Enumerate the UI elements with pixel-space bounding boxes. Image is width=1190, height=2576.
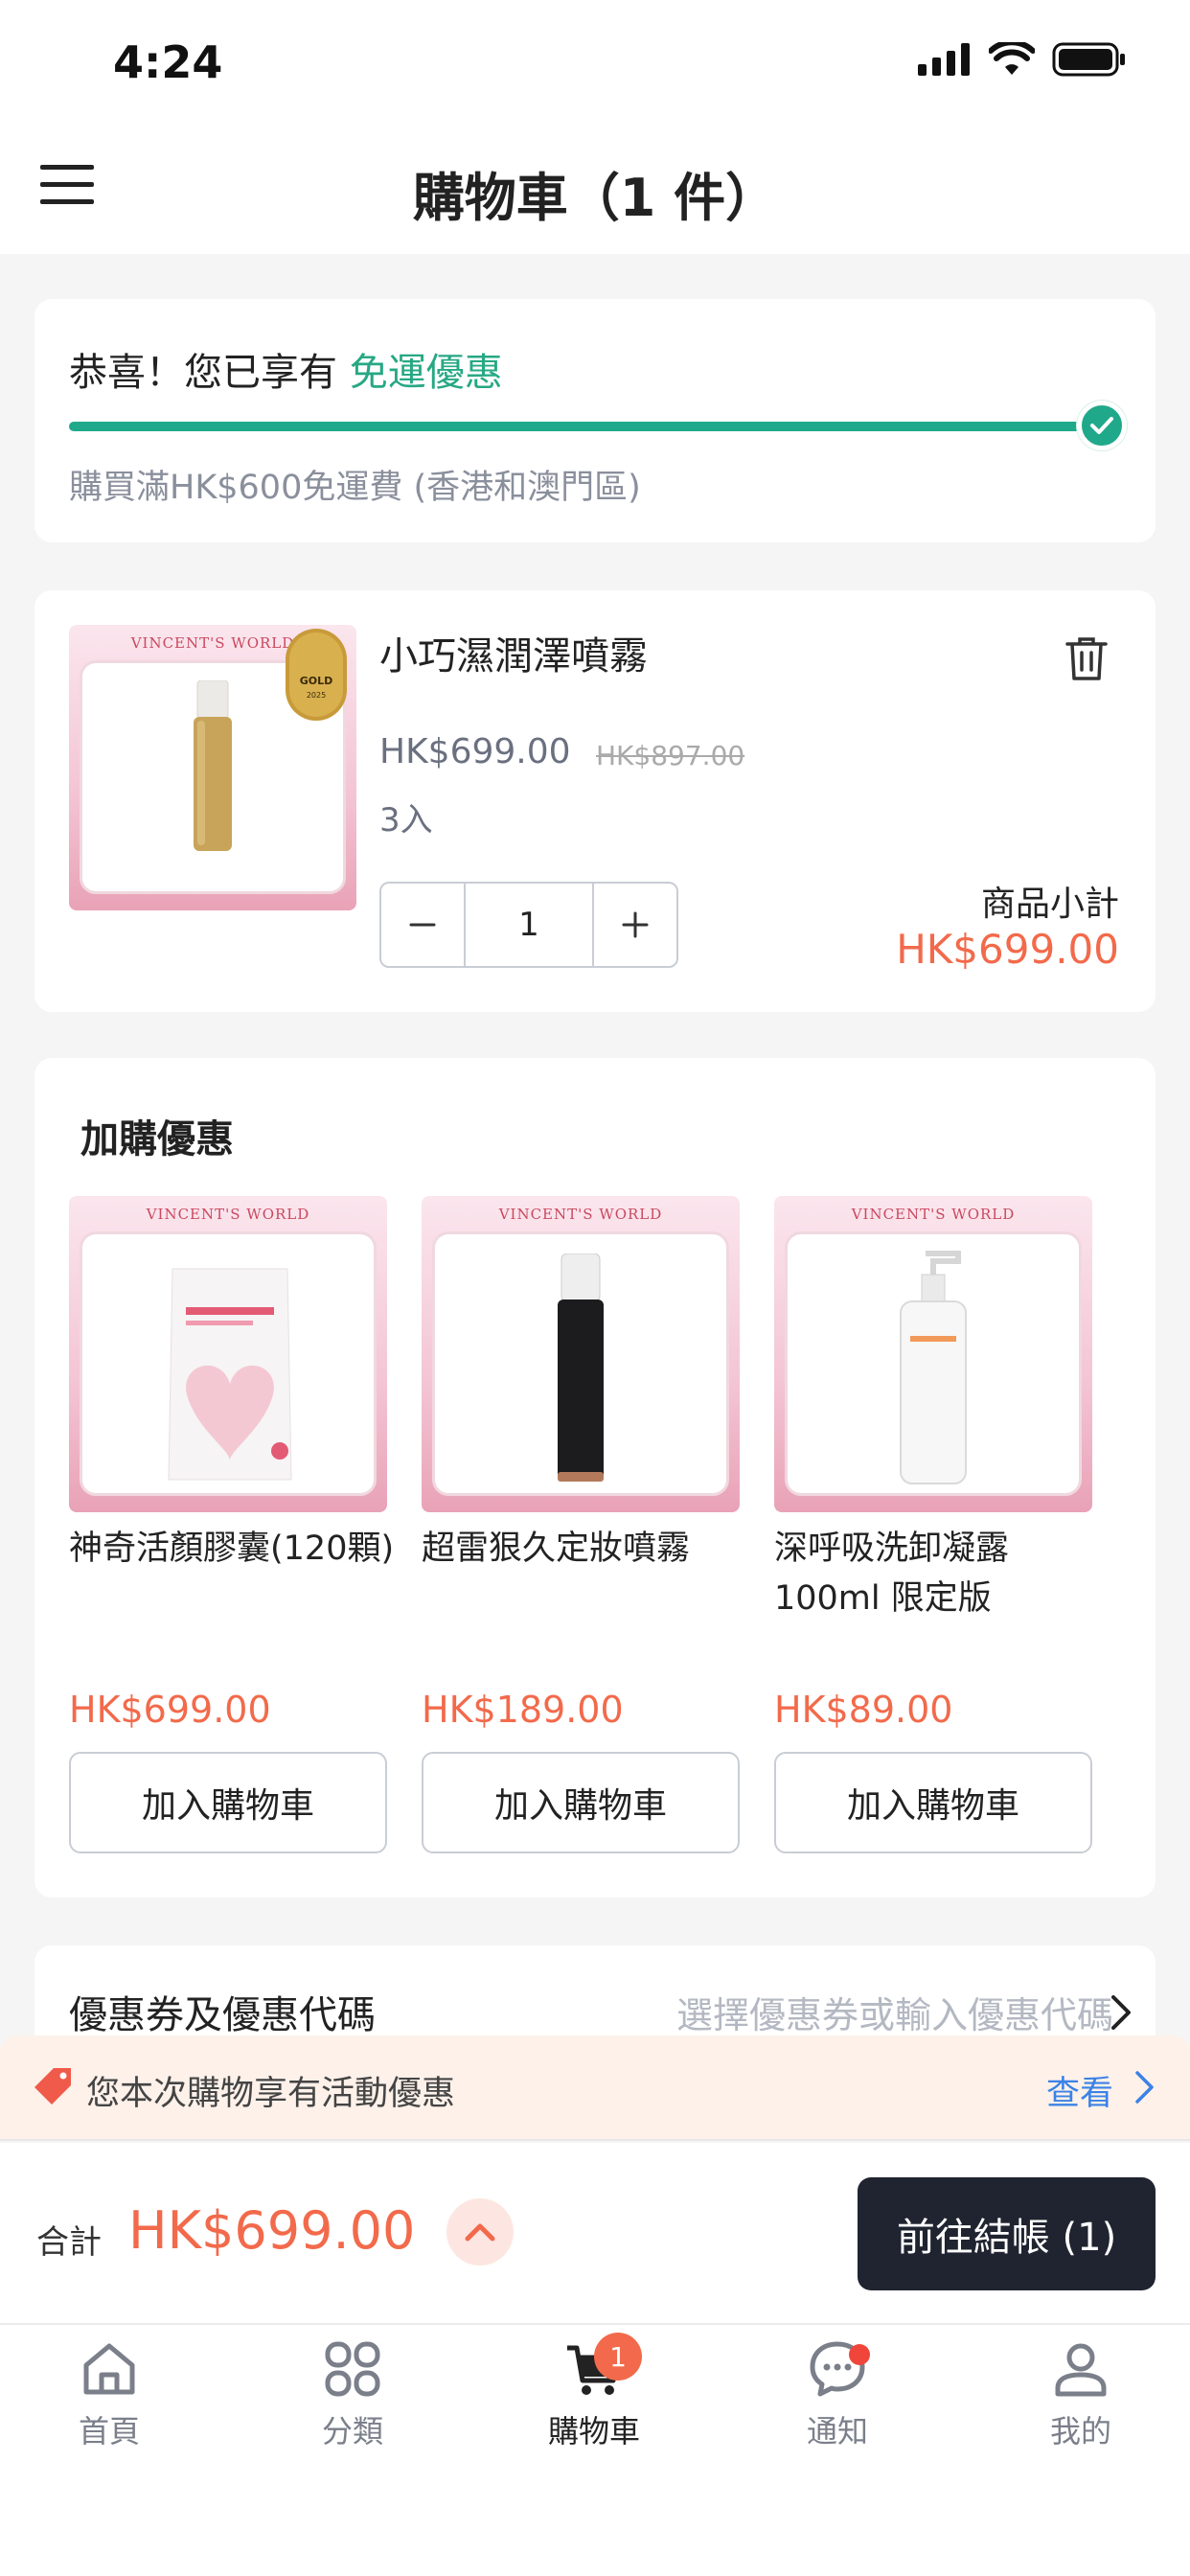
chevron-right-icon[interactable] <box>1134 2070 1156 2104</box>
notification-dot <box>849 2344 870 2365</box>
home-icon <box>83 2343 135 2395</box>
tab-label: 通知 <box>806 2413 868 2450</box>
tab-category[interactable]: 分類 <box>257 2338 448 2451</box>
cart-item-variant: 3入 <box>379 801 433 840</box>
upsell-title: 加購優惠 <box>80 1117 234 1162</box>
add-to-cart-button[interactable]: 加入購物車 <box>69 1752 387 1853</box>
tab-profile[interactable]: 我的 <box>985 2338 1177 2451</box>
upsell-item-price: HK$699.00 <box>69 1689 271 1731</box>
svg-text:GOLD: GOLD <box>300 675 333 687</box>
coupon-hint[interactable]: 選擇優惠券或輸入優惠代碼 <box>676 1986 1113 2038</box>
upsell-item-image[interactable]: VINCENT'S WORLD <box>69 1196 387 1512</box>
shipping-note: 購買滿HK$600免運費 (香港和澳門區) <box>69 469 641 507</box>
shipping-prefix: 恭喜！您已享有 <box>69 351 350 395</box>
status-icons <box>918 42 1127 77</box>
user-icon <box>1055 2343 1107 2397</box>
add-to-cart-button[interactable]: 加入購物車 <box>422 1752 740 1853</box>
shipping-progress-fill <box>69 422 1123 431</box>
increase-quantity-button[interactable] <box>594 884 676 966</box>
tab-home[interactable]: 首頁 <box>13 2338 205 2451</box>
promo-text: 您本次購物享有活動優惠 <box>86 2075 456 2113</box>
checkout-button[interactable]: 前往結帳 (1) <box>858 2177 1156 2290</box>
add-to-cart-button[interactable]: 加入購物車 <box>774 1752 1092 1853</box>
upsell-item-name[interactable]: 深呼吸洗卸凝露100ml 限定版 <box>774 1524 1100 1623</box>
status-time: 4:24 <box>113 36 223 88</box>
tab-label: 分類 <box>321 2413 383 2450</box>
upsell-item-image[interactable]: VINCENT'S WORLD <box>422 1196 740 1512</box>
expand-summary-button[interactable] <box>446 2198 514 2266</box>
brand-label: VINCENT'S WORLD <box>498 1206 663 1223</box>
chevron-right-icon[interactable] <box>1110 1993 1133 2032</box>
view-promo-label: 查看 <box>1045 2075 1113 2113</box>
cart-item-original-price: HK$897.00 <box>596 740 745 771</box>
tab-label: 我的 <box>1049 2413 1111 2450</box>
total-amount: HK$699.00 <box>128 2200 416 2261</box>
upsell-item-price: HK$189.00 <box>422 1689 624 1731</box>
total-label: 合計 <box>36 2223 102 2262</box>
signal-icon <box>918 43 970 76</box>
subtotal-label: 商品小計 <box>980 885 1119 924</box>
upsell-item-name[interactable]: 超雷狠久定妝噴霧 <box>422 1524 747 1574</box>
cart-item-name[interactable]: 小巧濕潤澤噴霧 <box>379 625 648 680</box>
tab-label: 購物車 <box>547 2413 640 2450</box>
battery-icon <box>1052 42 1125 77</box>
quantity-stepper: 1 <box>379 882 678 968</box>
upsell-item-price: HK$89.00 <box>774 1689 953 1731</box>
tag-icon <box>34 2068 71 2104</box>
page-title: 購物車（1 件） <box>412 168 778 228</box>
quantity-input[interactable]: 1 <box>464 884 594 966</box>
svg-text:2025: 2025 <box>307 691 326 700</box>
coupon-label: 優惠券及優惠代碼 <box>69 1993 376 2037</box>
black-spray-bottle-image <box>558 1254 604 1482</box>
check-icon <box>1077 401 1127 450</box>
subtotal-amount: HK$699.00 <box>896 926 1119 973</box>
gold-award-badge: GOLD 2025 <box>286 629 347 721</box>
shipping-message: 恭喜！您已享有 免運優惠 <box>69 341 503 397</box>
wifi-icon <box>989 42 1035 75</box>
cart-item-price: HK$699.00 <box>379 732 571 771</box>
upsell-item-image[interactable]: VINCENT'S WORLD <box>774 1196 1092 1512</box>
category-icon <box>325 2341 380 2397</box>
pump-bottle-image <box>900 1251 967 1484</box>
decrease-quantity-button[interactable] <box>381 884 464 966</box>
brand-label: VINCENT'S WORLD <box>851 1206 1016 1223</box>
free-shipping-highlight: 免運優惠 <box>349 351 503 395</box>
trash-icon[interactable] <box>1064 634 1110 682</box>
upsell-item-name[interactable]: 神奇活顏膠囊(120顆) <box>69 1524 395 1574</box>
mist-bottle-image <box>194 680 232 851</box>
capsule-pouch-image <box>168 1268 292 1481</box>
tab-label: 首頁 <box>78 2413 140 2450</box>
brand-label: VINCENT'S WORLD <box>146 1206 310 1223</box>
cart-item-image[interactable]: VINCENT'S WORLD GOLD 2025 <box>69 625 356 910</box>
minus-icon <box>409 923 436 927</box>
cart-count-badge: 1 <box>594 2333 642 2380</box>
tab-notifications[interactable]: 通知 <box>742 2338 933 2451</box>
chevron-up-icon <box>465 2223 495 2242</box>
plus-icon <box>622 911 649 938</box>
view-promo-link[interactable]: 查看 <box>1046 2066 1113 2115</box>
